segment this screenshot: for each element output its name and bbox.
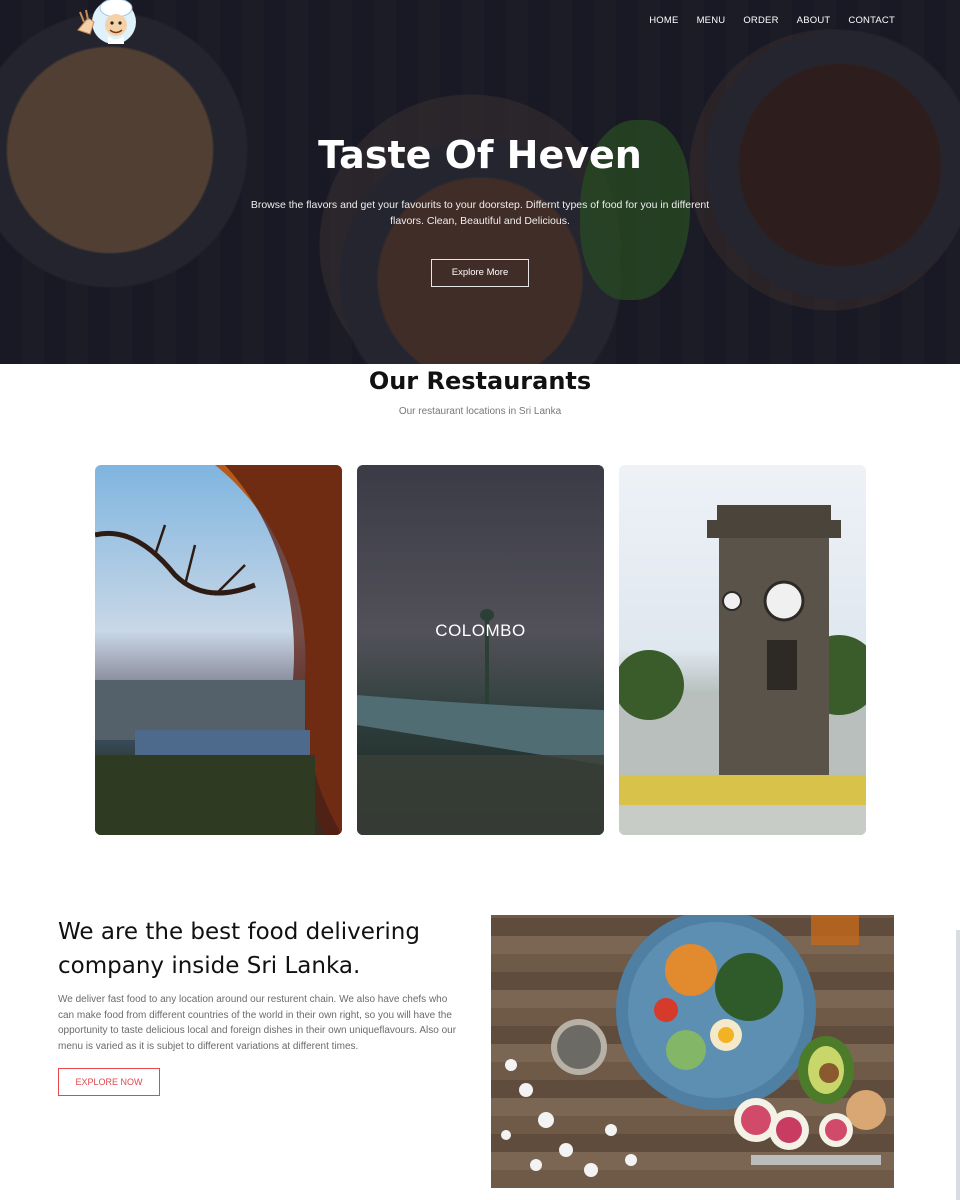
about-description: We deliver fast food to any location aro…: [58, 994, 457, 1052]
hero-title: Taste Of Heven: [318, 133, 642, 177]
page-scrollbar[interactable]: [956, 930, 960, 1200]
restaurant-card-clocktower[interactable]: [619, 465, 866, 835]
nav-order[interactable]: ORDER: [743, 15, 778, 26]
hero-description: Browse the flavors and get your favourit…: [250, 199, 710, 227]
food-bowl-image: [491, 915, 894, 1188]
main-nav: HOME MENU ORDER ABOUT CONTACT: [649, 15, 895, 26]
nav-home[interactable]: HOME: [649, 15, 678, 26]
about-title: We are the best food delivering company …: [58, 919, 420, 979]
restaurant-card-kandy[interactable]: [95, 465, 342, 835]
explore-now-button[interactable]: EXPLORE NOW: [58, 1068, 160, 1096]
chef-logo-icon[interactable]: [70, 0, 142, 52]
colombo-scene-image: [357, 465, 604, 835]
restaurants-title: Our Restaurants: [368, 367, 592, 395]
clocktower-scene-image: [619, 505, 866, 835]
hero-overlay: [0, 0, 960, 364]
nav-contact[interactable]: CONTACT: [848, 15, 895, 26]
hero-banner: HOME MENU ORDER ABOUT CONTACT Taste Of H…: [0, 0, 960, 364]
restaurant-card-label: COLOMBO: [435, 621, 526, 640]
restaurant-card-colombo[interactable]: COLOMBO: [357, 465, 604, 835]
kandy-scene-image: [95, 465, 342, 835]
restaurants-subtitle: Our restaurant locations in Sri Lanka: [398, 406, 562, 417]
nav-menu[interactable]: MENU: [697, 15, 726, 26]
explore-more-button[interactable]: Explore More: [431, 259, 529, 287]
nav-about[interactable]: ABOUT: [797, 15, 831, 26]
